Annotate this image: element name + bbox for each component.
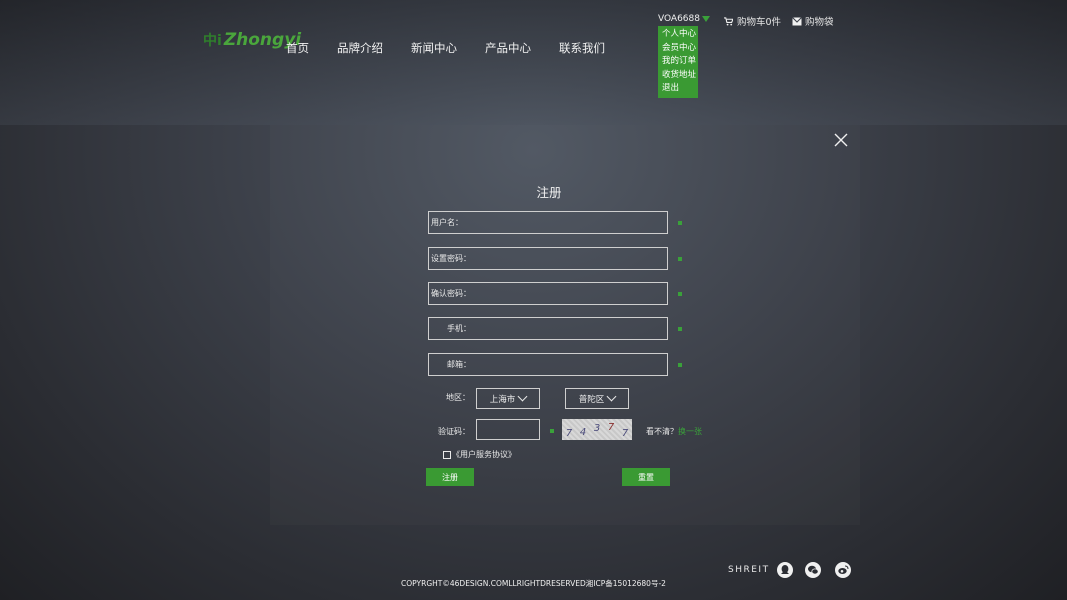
district-value: 普陀区 [578,394,605,405]
cart-link[interactable]: 购物车0件 [724,14,781,28]
phone-input[interactable] [471,318,667,339]
bag-link[interactable]: 购物袋 [792,14,834,28]
menu-item-profile[interactable]: 个人中心 [658,28,698,42]
user-area: VOA6688 个人中心 会员中心 我的订单 收货地址 退出 [658,14,710,98]
caret-down-icon [702,16,710,22]
captcha-image[interactable]: 7 4 3 7 7 [562,419,632,440]
logo-mark: 中i [203,33,222,49]
captcha-char: 7 [621,428,629,439]
form-title: 注册 [536,185,562,200]
refresh-hint: 看不清？ [646,427,678,436]
menu-item-address[interactable]: 收货地址 [658,69,698,83]
cart-icon [724,16,733,26]
copyright: COPYRGHT©46DESIGN.COMLLRIGHTDRESERVED湘IC… [401,579,666,588]
wechat-icon[interactable] [805,562,821,578]
cart-label: 购物车0件 [737,17,782,28]
password-field[interactable]: 设置密码： [428,247,668,270]
username-label: 用户名： [431,218,463,227]
nav-brand[interactable]: 品牌介绍 [337,40,383,56]
user-dropdown: 个人中心 会员中心 我的订单 收货地址 退出 [658,26,698,98]
required-marker [678,363,682,367]
menu-item-orders[interactable]: 我的订单 [658,55,698,69]
chevron-down-icon [517,391,528,402]
city-select[interactable]: 上海市 [476,388,540,409]
phone-label: 手机： [447,324,471,333]
weibo-icon[interactable] [835,562,851,578]
nav-products[interactable]: 产品中心 [485,40,531,56]
captcha-char: 3 [593,423,601,434]
captcha-refresh: 看不清？换一张 [646,426,702,437]
agreement-label[interactable]: 《用户服务协议》 [452,449,516,460]
wechat-glyph [808,565,819,575]
qq-icon[interactable] [777,562,793,578]
phone-field[interactable]: 手机： [428,317,668,340]
email-input[interactable] [471,354,667,375]
region-label: 地区： [446,393,470,402]
required-marker [550,429,554,433]
password-label: 设置密码： [431,254,471,263]
captcha-input[interactable] [476,419,540,440]
required-marker [678,327,682,331]
user-menu-toggle[interactable]: VOA6688 [658,14,710,24]
menu-item-logout[interactable]: 退出 [658,82,698,96]
city-value: 上海市 [489,394,516,405]
username-field[interactable]: 用户名： [428,211,668,234]
email-label: 邮箱： [447,360,471,369]
footer-brand: SHREIT [728,565,770,575]
confirm-password-label: 确认密码： [431,289,471,298]
menu-item-member[interactable]: 会员中心 [658,42,698,56]
main-nav: 首页 品牌介绍 新闻中心 产品中心 联系我们 [286,40,605,56]
nav-news[interactable]: 新闻中心 [411,40,457,56]
refresh-link[interactable]: 换一张 [678,427,702,436]
envelope-icon [792,16,802,25]
bag-label: 购物袋 [805,17,834,28]
agreement-checkbox[interactable]: 《用户服务协议》 [443,449,516,460]
header-band [0,0,1067,125]
qq-glyph [781,565,789,574]
email-field[interactable]: 邮箱： [428,353,668,376]
weibo-glyph [838,565,849,574]
captcha-label: 验证码： [438,427,470,436]
chevron-down-icon [606,391,617,402]
username-input[interactable] [463,212,667,233]
checkbox[interactable] [443,450,451,459]
nav-contact[interactable]: 联系我们 [559,40,605,56]
captcha-char: 7 [607,422,615,433]
password-input[interactable] [471,248,667,269]
register-button[interactable]: 注册 [426,468,474,486]
confirm-password-field[interactable]: 确认密码： [428,282,668,305]
captcha-char: 7 [565,428,573,439]
captcha-char: 4 [579,427,587,438]
nav-home[interactable]: 首页 [286,40,309,56]
district-select[interactable]: 普陀区 [565,388,629,409]
required-marker [678,257,682,261]
required-marker [678,221,682,225]
confirm-password-input[interactable] [471,283,667,304]
close-icon[interactable] [833,132,849,148]
required-marker [678,292,682,296]
reset-button[interactable]: 重置 [622,468,670,486]
user-name: VOA6688 [658,14,700,24]
